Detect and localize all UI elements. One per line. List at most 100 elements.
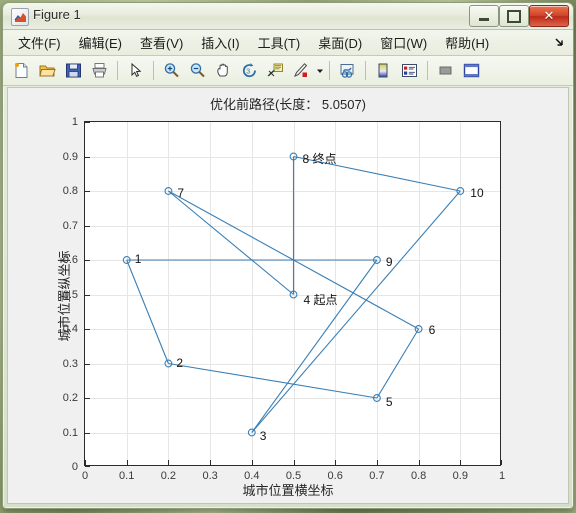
toolbar-separator-3 — [329, 61, 330, 80]
x-tick — [126, 460, 128, 465]
x-tick-label: 0.2 — [160, 470, 177, 482]
x-tick — [85, 460, 86, 465]
y-tick-label: 0.9 — [62, 150, 78, 163]
menu-insert[interactable]: 插入(I) — [192, 30, 248, 55]
menu-edit[interactable]: 编辑(E) — [70, 30, 131, 55]
y-tick — [85, 432, 90, 434]
y-tick — [85, 260, 90, 261]
x-tick-label: 0.6 — [327, 470, 343, 482]
y-tick — [85, 329, 90, 330]
x-tick — [168, 460, 170, 465]
legend-icon[interactable] — [397, 58, 422, 83]
route-edge — [168, 190, 294, 295]
toolbar-separator-5 — [427, 61, 428, 80]
y-tick-label: 0.6 — [62, 254, 78, 266]
plot-axes[interactable]: 1234 起点 5 6 7 8 终点 9 10 0 0.1 0.2 0.3 0.4 0.5 0.6 0.7… — [63, 116, 505, 482]
brush-data-icon[interactable] — [289, 58, 314, 83]
toolbar: 3 — [3, 56, 573, 86]
x-tick — [501, 460, 502, 465]
zoom-out-icon[interactable] — [185, 58, 210, 83]
pointer-select-icon[interactable] — [123, 58, 148, 83]
y-tick-label: 1 — [71, 116, 78, 128]
figure-window: Figure 1 ✕ 文件(F) 编辑(E) 查看(V) 插入(I) 工具(T)… — [2, 2, 574, 509]
city-node-marker — [164, 187, 173, 195]
link-plot-icon[interactable] — [335, 58, 360, 83]
x-axis-label: 城市位置横坐标 — [242, 483, 334, 498]
route-edge — [168, 362, 377, 399]
y-tick — [85, 191, 90, 192]
save-figure-icon[interactable] — [61, 58, 86, 83]
x-tick-label: 0.7 — [369, 470, 385, 482]
y-tick — [85, 363, 90, 365]
data-cursor-icon[interactable] — [263, 58, 288, 83]
y-tick-label: 0.2 — [62, 392, 78, 404]
x-tick-label: 0.9 — [452, 470, 468, 482]
x-tick-label: 0.8 — [410, 470, 427, 482]
x-tick — [418, 460, 420, 465]
hide-plot-tools-icon[interactable] — [433, 58, 458, 83]
route-edge — [293, 155, 461, 192]
svg-text:3: 3 — [246, 69, 250, 76]
minimize-button[interactable] — [469, 5, 499, 27]
route-edge — [126, 259, 169, 364]
y-tick-label: 0.8 — [62, 185, 78, 197]
menu-desktop[interactable]: 桌面(D) — [309, 30, 371, 55]
x-tick-label: 0 — [81, 470, 89, 482]
colorbar-icon[interactable] — [371, 58, 396, 83]
y-tick — [85, 466, 90, 467]
x-tick — [210, 460, 212, 465]
open-file-icon[interactable] — [35, 58, 60, 83]
y-tick-label: 0.3 — [62, 357, 78, 370]
route-edge — [251, 190, 461, 433]
window-titlebar[interactable]: Figure 1 ✕ — [3, 3, 573, 30]
window-title: Figure 1 — [33, 7, 81, 22]
toolbar-separator-1 — [117, 61, 118, 80]
y-tick — [85, 156, 90, 158]
menu-file[interactable]: 文件(F) — [9, 30, 70, 55]
y-tick-label: 0.5 — [62, 288, 78, 301]
maximize-icon — [507, 9, 521, 23]
y-tick — [85, 225, 90, 227]
toolbar-separator-2 — [153, 61, 154, 80]
menu-help[interactable]: 帮助(H) — [436, 30, 498, 55]
y-tick-label: 0 — [71, 461, 78, 473]
menu-overflow-arrow-icon[interactable] — [553, 35, 567, 49]
y-tick-label: 0.4 — [62, 323, 78, 335]
new-figure-icon[interactable] — [9, 58, 34, 83]
route-plot — [122, 152, 465, 437]
maximize-button[interactable] — [499, 5, 529, 27]
menu-window[interactable]: 窗口(W) — [371, 30, 436, 55]
route-edge — [376, 328, 420, 399]
y-tick — [85, 398, 90, 399]
x-tick — [293, 460, 295, 465]
x-tick — [251, 460, 253, 465]
pan-hand-icon[interactable] — [211, 58, 236, 83]
y-tick — [85, 122, 90, 123]
x-tick-label: 0.3 — [202, 470, 218, 482]
x-tick-label: 0.1 — [119, 470, 135, 482]
plot-title: 优化前路径(长度： 5.0507) — [209, 97, 367, 112]
x-tick-label: 0.4 — [244, 470, 260, 482]
figure-canvas[interactable]: 优化前路径(长度： 5.0507) 城市位置纵坐标 城市位置横坐标 1234 起… — [7, 87, 569, 504]
x-tick-label: 1 — [498, 470, 506, 482]
menu-view[interactable]: 查看(V) — [131, 30, 192, 55]
toolbar-separator-4 — [365, 61, 366, 80]
zoom-in-icon[interactable] — [159, 58, 184, 83]
print-figure-icon[interactable] — [87, 58, 112, 83]
brush-dropdown-caret-icon[interactable] — [315, 59, 324, 82]
y-tick-label: 0.1 — [62, 426, 78, 439]
matlab-figure-icon — [11, 8, 29, 26]
x-tick — [460, 460, 462, 465]
menubar: 文件(F) 编辑(E) 查看(V) 插入(I) 工具(T) 桌面(D) 窗口(W… — [3, 30, 573, 56]
y-tick-label: 0.7 — [62, 219, 78, 232]
show-plot-tools-icon[interactable] — [459, 58, 484, 83]
minimize-icon — [479, 17, 489, 21]
close-icon: ✕ — [543, 8, 555, 23]
x-tick — [335, 460, 337, 465]
rotate-3d-icon[interactable]: 3 — [237, 58, 262, 83]
x-tick — [376, 460, 378, 465]
close-button[interactable]: ✕ — [529, 5, 569, 27]
x-tick-label: 0.5 — [285, 470, 302, 482]
route-edge — [251, 259, 378, 433]
menu-tools[interactable]: 工具(T) — [249, 30, 310, 55]
